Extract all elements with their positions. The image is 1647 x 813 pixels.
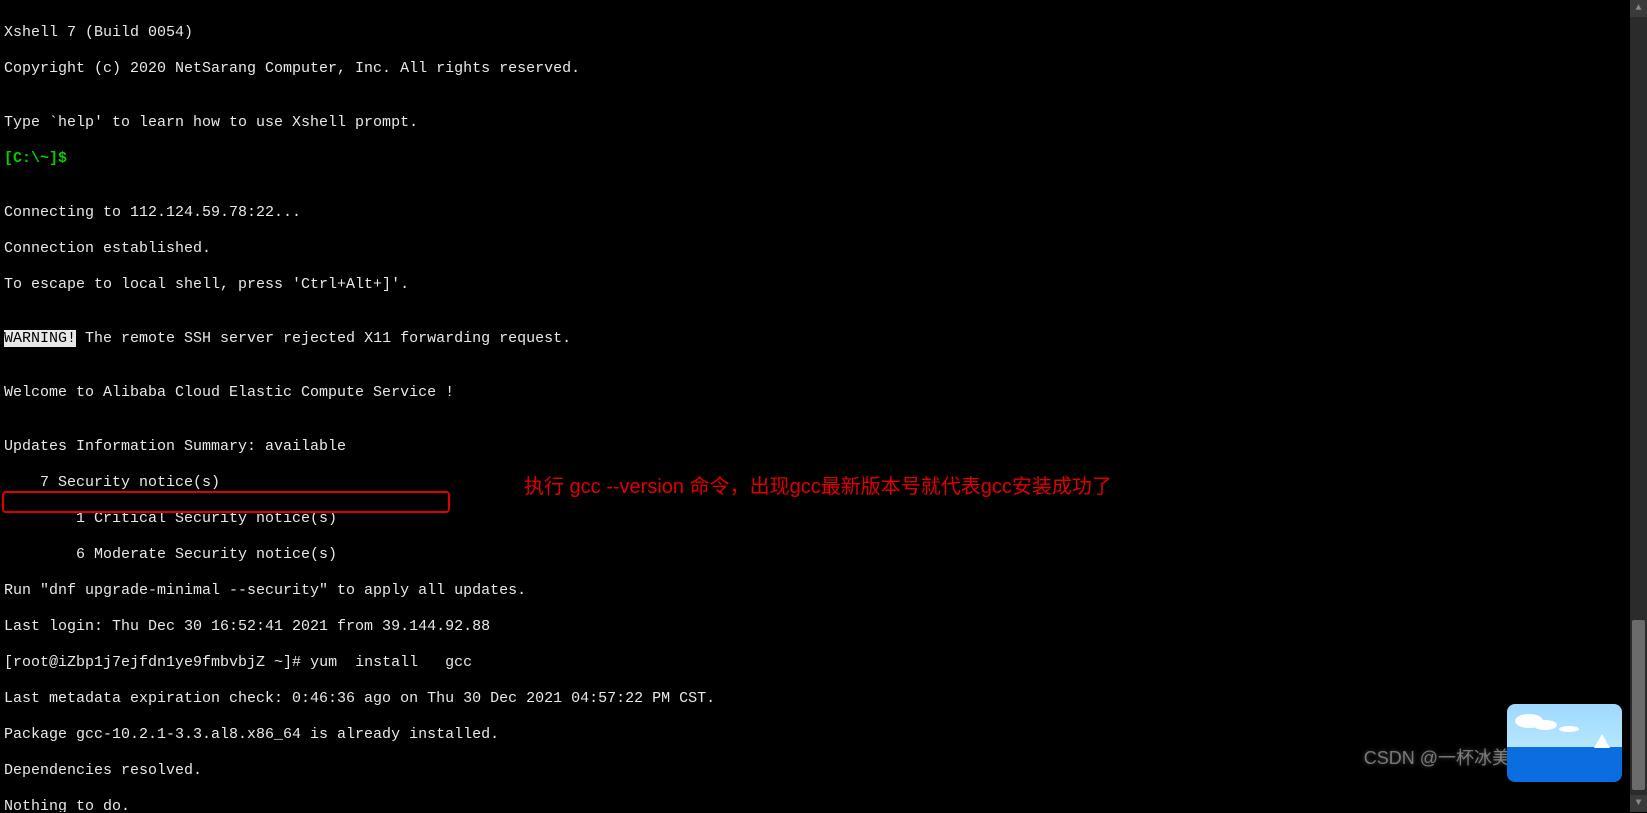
command-text: yum install gcc bbox=[310, 654, 472, 671]
terminal-output[interactable]: Xshell 7 (Build 0054) Copyright (c) 2020… bbox=[0, 0, 1530, 812]
connected-line: Connection established. bbox=[4, 240, 1526, 258]
last-login: Last login: Thu Dec 30 16:52:41 2021 fro… bbox=[4, 618, 1526, 636]
local-prompt-line: [C:\~]$ bbox=[4, 150, 1526, 168]
scrollbar-track[interactable]: ▲ ▼ bbox=[1630, 0, 1647, 812]
banner-line: Xshell 7 (Build 0054) bbox=[4, 24, 1526, 42]
warning-tag: WARNING! bbox=[4, 330, 76, 347]
upgrade-hint: Run "dnf upgrade-minimal --security" to … bbox=[4, 582, 1526, 600]
scroll-up-button[interactable]: ▲ bbox=[1630, 0, 1647, 17]
deps-resolved: Dependencies resolved. bbox=[4, 762, 1526, 780]
connecting-line: Connecting to 112.124.59.78:22... bbox=[4, 204, 1526, 222]
thumbnail-avatar bbox=[1507, 704, 1622, 782]
local-prompt: [C:\~]$ bbox=[4, 150, 76, 167]
command-line-1: [root@iZbp1j7ejfdn1ye9fmbvbjZ ~]# yum in… bbox=[4, 654, 1526, 672]
warning-text: The remote SSH server rejected X11 forwa… bbox=[76, 330, 571, 347]
scrollbar-thumb[interactable] bbox=[1632, 620, 1645, 790]
updates-summary: Updates Information Summary: available bbox=[4, 438, 1526, 456]
nothing-to-do: Nothing to do. bbox=[4, 798, 1526, 812]
scroll-down-button[interactable]: ▼ bbox=[1630, 795, 1647, 812]
moderate-notices: 6 Moderate Security notice(s) bbox=[4, 546, 1526, 564]
already-installed: Package gcc-10.2.1-3.3.al8.x86_64 is alr… bbox=[4, 726, 1526, 744]
help-hint: Type `help' to learn how to use Xshell p… bbox=[4, 114, 1526, 132]
warning-line: WARNING! The remote SSH server rejected … bbox=[4, 330, 1526, 348]
metadata-check: Last metadata expiration check: 0:46:36 … bbox=[4, 690, 1526, 708]
annotation-text: 执行 gcc --version 命令，出现gcc最新版本号就代表gcc安装成功… bbox=[524, 478, 1112, 496]
escape-hint: To escape to local shell, press 'Ctrl+Al… bbox=[4, 276, 1526, 294]
shell-prompt: [root@iZbp1j7ejfdn1ye9fmbvbjZ ~]# bbox=[4, 654, 310, 671]
critical-notices: 1 Critical Security notice(s) bbox=[4, 510, 1526, 528]
welcome-line: Welcome to Alibaba Cloud Elastic Compute… bbox=[4, 384, 1526, 402]
copyright-line: Copyright (c) 2020 NetSarang Computer, I… bbox=[4, 60, 1526, 78]
